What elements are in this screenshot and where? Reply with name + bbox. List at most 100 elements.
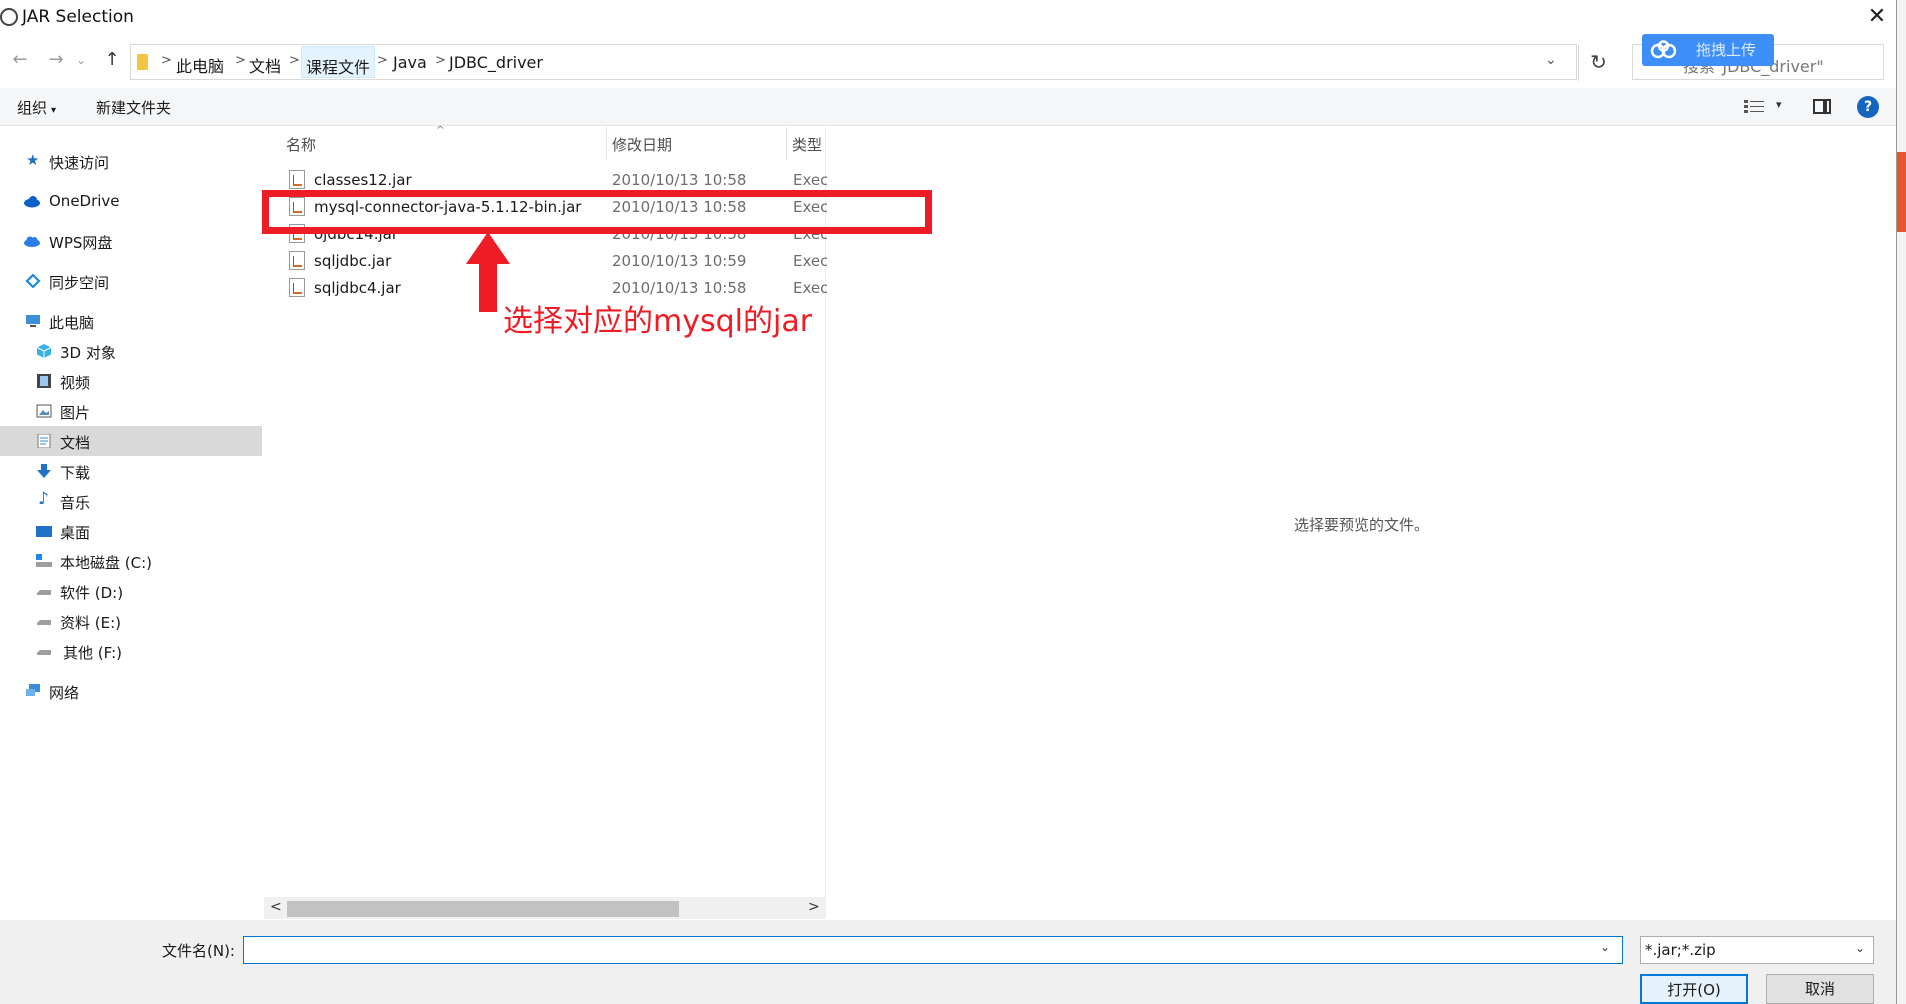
scrollbar-thumb[interactable] bbox=[287, 901, 679, 917]
folder-icon bbox=[137, 54, 148, 70]
sidebar-label: 文档 bbox=[60, 434, 91, 452]
chevron-down-icon[interactable]: ⌄ bbox=[1545, 52, 1557, 68]
background-accent bbox=[1897, 152, 1906, 232]
navigation-pane: ★ 快速访问 OneDrive WPS网盘 同步空间 此电脑 3D 对象 视频 bbox=[0, 127, 262, 919]
jar-file-icon bbox=[289, 278, 305, 297]
sidebar-label: 软件 (D:) bbox=[60, 584, 124, 602]
file-name: classes12.jar bbox=[314, 171, 412, 189]
network-icon bbox=[26, 684, 40, 696]
caret-down-icon: ▾ bbox=[51, 105, 57, 116]
horizontal-scrollbar[interactable]: < > bbox=[264, 897, 826, 919]
sidebar-item-network[interactable]: 网络 bbox=[0, 676, 262, 706]
file-type: Exec bbox=[793, 279, 829, 297]
app-icon bbox=[0, 8, 18, 26]
column-header-type[interactable]: 类型 bbox=[792, 134, 822, 167]
open-button[interactable]: 打开(O) bbox=[1640, 974, 1748, 1004]
breadcrumb-documents[interactable]: 文档 bbox=[249, 53, 281, 77]
sidebar-label: 视频 bbox=[60, 374, 91, 392]
back-button[interactable]: ← bbox=[8, 48, 32, 72]
sidebar-item-3d-objects[interactable]: 3D 对象 bbox=[0, 336, 262, 366]
filename-label: 文件名(N): bbox=[162, 942, 235, 960]
filename-input[interactable] bbox=[243, 936, 1623, 964]
help-icon[interactable]: ? bbox=[1857, 96, 1879, 118]
annotation-text: 选择对应的mysql的jar bbox=[503, 304, 813, 339]
column-header-modified[interactable]: 修改日期 bbox=[612, 134, 672, 167]
up-button[interactable]: ↑ bbox=[100, 48, 124, 72]
scroll-left-icon[interactable]: < bbox=[270, 899, 282, 915]
file-modified: 2010/10/13 10:59 bbox=[612, 252, 747, 270]
file-type-filter-value: *.jar;*.zip bbox=[1645, 941, 1716, 959]
picture-icon bbox=[36, 404, 52, 418]
file-name: sqljdbc.jar bbox=[314, 252, 392, 270]
sidebar-item-downloads[interactable]: 下载 bbox=[0, 456, 262, 486]
breadcrumb-jdbc-driver[interactable]: JDBC_driver bbox=[449, 53, 543, 72]
view-options-icon[interactable] bbox=[1744, 99, 1764, 115]
annotation-highlight-box bbox=[262, 190, 932, 234]
video-icon bbox=[37, 374, 51, 388]
sidebar-label: 下载 bbox=[60, 464, 91, 482]
sidebar-item-drive-d[interactable]: 软件 (D:) bbox=[0, 576, 262, 606]
breadcrumb-java[interactable]: Java bbox=[393, 53, 427, 72]
preview-pane-icon[interactable] bbox=[1813, 99, 1831, 114]
forward-button[interactable]: → bbox=[44, 48, 68, 72]
sidebar-item-wps-drive[interactable]: WPS网盘 bbox=[0, 226, 262, 256]
sidebar-item-sync-space[interactable]: 同步空间 bbox=[0, 266, 262, 296]
address-bar[interactable]: > 此电脑 > 文档 > 课程文件 > Java > JDBC_driver ⌄… bbox=[130, 44, 1607, 81]
sidebar-item-music[interactable]: ♪ 音乐 bbox=[0, 486, 262, 516]
sidebar-label: 资料 (E:) bbox=[60, 614, 122, 632]
breadcrumb-course-files[interactable]: 课程文件 bbox=[301, 46, 376, 78]
sidebar-label: 3D 对象 bbox=[60, 344, 116, 362]
preview-empty-text: 选择要预览的文件。 bbox=[1294, 516, 1430, 534]
column-header-name[interactable]: 名称 bbox=[286, 134, 316, 167]
drive-icon bbox=[37, 620, 51, 625]
drive-icon bbox=[37, 650, 51, 655]
organize-button[interactable]: 组织 ▾ bbox=[17, 97, 56, 118]
computer-icon bbox=[26, 315, 40, 327]
sidebar-label: 此电脑 bbox=[49, 314, 95, 332]
cloud-icon bbox=[24, 236, 40, 247]
breadcrumb-separator: > bbox=[377, 53, 388, 68]
breadcrumb-separator: > bbox=[161, 53, 172, 68]
sidebar-label: 音乐 bbox=[60, 494, 91, 512]
background-window-edge bbox=[1896, 0, 1906, 1004]
breadcrumb-this-pc[interactable]: 此电脑 bbox=[176, 53, 224, 77]
cloud-icon bbox=[1650, 40, 1677, 59]
sidebar-item-videos[interactable]: 视频 bbox=[0, 366, 262, 396]
command-toolbar: 组织 ▾ 新建文件夹 ▾ ? bbox=[0, 88, 1906, 126]
chevron-down-icon: ⌄ bbox=[1855, 941, 1866, 955]
sidebar-item-desktop[interactable]: 桌面 bbox=[0, 516, 262, 546]
file-row[interactable]: sqljdbc.jar 2010/10/13 10:59 Exec bbox=[264, 248, 829, 275]
sidebar-item-onedrive[interactable]: OneDrive bbox=[0, 186, 262, 216]
baidu-upload-badge[interactable]: 拖拽上传 bbox=[1642, 34, 1774, 66]
sidebar-item-pictures[interactable]: 图片 bbox=[0, 396, 262, 426]
sidebar-item-quick-access[interactable]: ★ 快速访问 bbox=[0, 146, 262, 176]
document-icon bbox=[37, 434, 51, 448]
sidebar-item-drive-e[interactable]: 资料 (E:) bbox=[0, 606, 262, 636]
refresh-button[interactable]: ↻ bbox=[1578, 45, 1618, 81]
scroll-right-icon[interactable]: > bbox=[808, 899, 820, 915]
file-type: Exec bbox=[793, 252, 829, 270]
column-divider[interactable] bbox=[606, 127, 607, 160]
view-caret-icon[interactable]: ▾ bbox=[1776, 98, 1782, 111]
sort-ascending-icon: ^ bbox=[436, 125, 445, 136]
file-name: sqljdbc4.jar bbox=[314, 279, 401, 297]
drive-icon bbox=[36, 554, 52, 567]
sidebar-label: 其他 (F:) bbox=[63, 644, 122, 662]
sidebar-label: 快速访问 bbox=[49, 154, 110, 172]
sidebar-item-this-pc[interactable]: 此电脑 bbox=[0, 306, 262, 336]
sidebar-item-drive-f[interactable]: 其他 (F:) bbox=[0, 636, 262, 666]
sidebar-item-drive-c[interactable]: 本地磁盘 (C:) bbox=[0, 546, 262, 576]
filename-dropdown-icon[interactable]: ⌄ bbox=[1600, 940, 1610, 954]
jar-file-icon bbox=[289, 251, 305, 270]
new-folder-button[interactable]: 新建文件夹 bbox=[96, 97, 171, 118]
cancel-button[interactable]: 取消 bbox=[1766, 974, 1874, 1004]
sync-icon bbox=[25, 274, 41, 288]
recent-locations-button[interactable]: ⌄ bbox=[74, 48, 88, 72]
column-divider[interactable] bbox=[786, 127, 787, 160]
download-icon bbox=[37, 464, 51, 478]
close-icon[interactable]: ✕ bbox=[1862, 2, 1892, 32]
title-bar: JAR Selection ✕ bbox=[0, 0, 1906, 36]
file-type-filter[interactable]: *.jar;*.zip ⌄ bbox=[1640, 936, 1874, 964]
navigation-bar: ← → ⌄ ↑ > 此电脑 > 文档 > 课程文件 > Java > JDBC_… bbox=[0, 38, 1906, 86]
sidebar-item-documents[interactable]: 文档 bbox=[0, 426, 262, 456]
